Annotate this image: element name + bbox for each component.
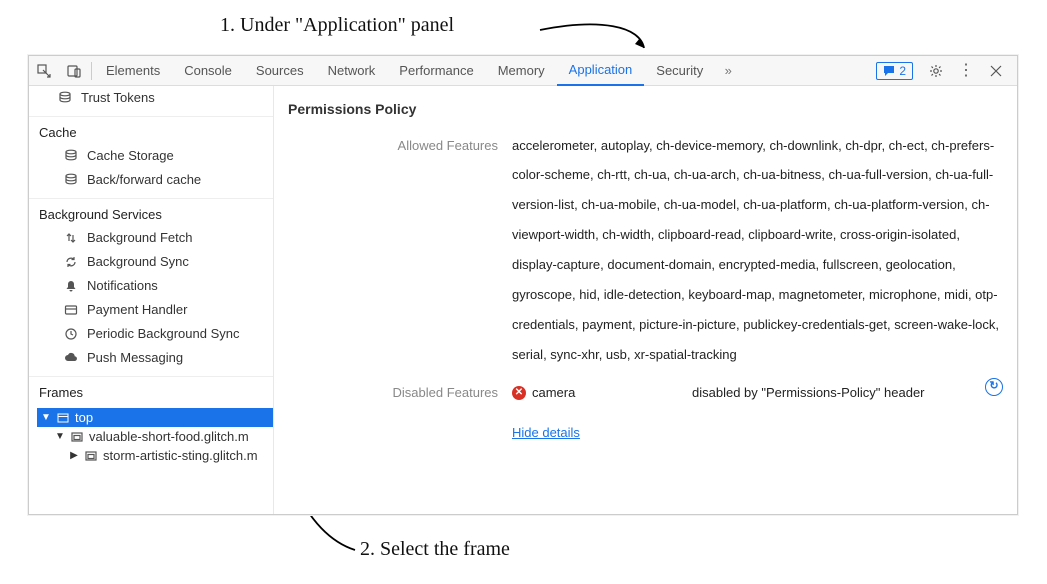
annotation-2: 2. Select the frame	[360, 538, 510, 561]
sidebar-section-cache: Cache	[29, 117, 273, 144]
messages-badge[interactable]: 2	[876, 62, 913, 80]
database-icon	[63, 149, 79, 163]
settings-icon[interactable]	[921, 56, 951, 86]
more-tabs-icon[interactable]: »	[715, 56, 741, 86]
frames-item-label: top	[75, 410, 93, 425]
tab-memory[interactable]: Memory	[486, 56, 557, 86]
allowed-features-value: accelerometer, autoplay, ch-device-memor…	[512, 131, 1003, 370]
allowed-features-label: Allowed Features	[288, 131, 498, 161]
sidebar-item-payment[interactable]: Payment Handler	[29, 298, 273, 322]
database-icon	[57, 91, 73, 105]
sidebar-item-periodic[interactable]: Periodic Background Sync	[29, 322, 273, 346]
frames-item-label: valuable-short-food.glitch.m	[89, 429, 249, 444]
window-icon	[57, 412, 69, 424]
card-icon	[63, 303, 79, 317]
sidebar-item-notifications[interactable]: Notifications	[29, 274, 273, 298]
hide-details-link[interactable]: Hide details	[512, 418, 580, 448]
sidebar-label: Periodic Background Sync	[87, 324, 239, 344]
sidebar-item-bg-sync[interactable]: Background Sync	[29, 250, 273, 274]
error-icon: ✕	[512, 386, 526, 400]
close-icon[interactable]	[981, 56, 1011, 86]
cloud-icon	[63, 351, 79, 365]
tab-application[interactable]: Application	[557, 56, 645, 86]
sidebar-item-trust-tokens[interactable]: Trust Tokens	[29, 86, 273, 110]
sidebar-section-bgservices: Background Services	[29, 199, 273, 226]
section-title: Permissions Policy	[288, 96, 1003, 123]
reload-icon[interactable]: ↻	[985, 378, 1003, 396]
sidebar-label: Trust Tokens	[81, 88, 155, 108]
sidebar-item-push[interactable]: Push Messaging	[29, 346, 273, 370]
tab-elements[interactable]: Elements	[94, 56, 172, 86]
tab-console[interactable]: Console	[172, 56, 244, 86]
sidebar-label: Push Messaging	[87, 348, 183, 368]
device-icon[interactable]	[59, 56, 89, 86]
tab-performance[interactable]: Performance	[387, 56, 485, 86]
devtools-tabbar: Elements Console Sources Network Perform…	[29, 56, 1017, 86]
tab-network[interactable]: Network	[316, 56, 388, 86]
iframe-icon	[71, 431, 83, 443]
tab-sources[interactable]: Sources	[244, 56, 316, 86]
chevron-right-icon: ▶	[69, 450, 79, 461]
disabled-feature-name: camera	[532, 378, 575, 408]
chevron-down-icon: ▼	[55, 431, 65, 442]
frames-item-1[interactable]: ▼ valuable-short-food.glitch.m	[51, 427, 273, 446]
sidebar-label: Background Sync	[87, 252, 189, 272]
database-icon	[63, 173, 79, 187]
sync-icon	[63, 255, 79, 269]
sidebar-item-cache-storage[interactable]: Cache Storage	[29, 144, 273, 168]
kebab-icon[interactable]: ⋮	[951, 56, 981, 86]
updown-icon	[63, 231, 79, 245]
inspect-icon[interactable]	[29, 56, 59, 86]
sidebar-label: Background Fetch	[87, 228, 193, 248]
sidebar-label: Notifications	[87, 276, 158, 296]
sidebar-item-bfcache[interactable]: Back/forward cache	[29, 168, 273, 192]
sidebar-item-bg-fetch[interactable]: Background Fetch	[29, 226, 273, 250]
iframe-icon	[85, 450, 97, 462]
tab-security[interactable]: Security	[644, 56, 715, 86]
sidebar-section-frames: Frames	[29, 377, 273, 404]
messages-count: 2	[899, 64, 906, 78]
clock-icon	[63, 327, 79, 341]
devtools-window: Elements Console Sources Network Perform…	[28, 55, 1018, 515]
disabled-features-label: Disabled Features	[288, 378, 498, 408]
bell-icon	[63, 279, 79, 293]
main-content: Permissions Policy Allowed Features acce…	[274, 86, 1017, 514]
disabled-feature-reason: disabled by "Permissions-Policy" header	[692, 378, 965, 408]
frames-item-2[interactable]: ▶ storm-artistic-sting.glitch.m	[65, 446, 273, 465]
frames-item-top[interactable]: ▼ top	[37, 408, 273, 427]
sidebar-label: Back/forward cache	[87, 170, 201, 190]
annotation-1: 1. Under "Application" panel	[220, 14, 454, 37]
sidebar-label: Payment Handler	[87, 300, 187, 320]
sidebar-label: Cache Storage	[87, 146, 174, 166]
application-sidebar: Trust Tokens Cache Cache Storage	[29, 86, 274, 514]
chevron-down-icon: ▼	[41, 412, 51, 423]
frames-item-label: storm-artistic-sting.glitch.m	[103, 448, 258, 463]
